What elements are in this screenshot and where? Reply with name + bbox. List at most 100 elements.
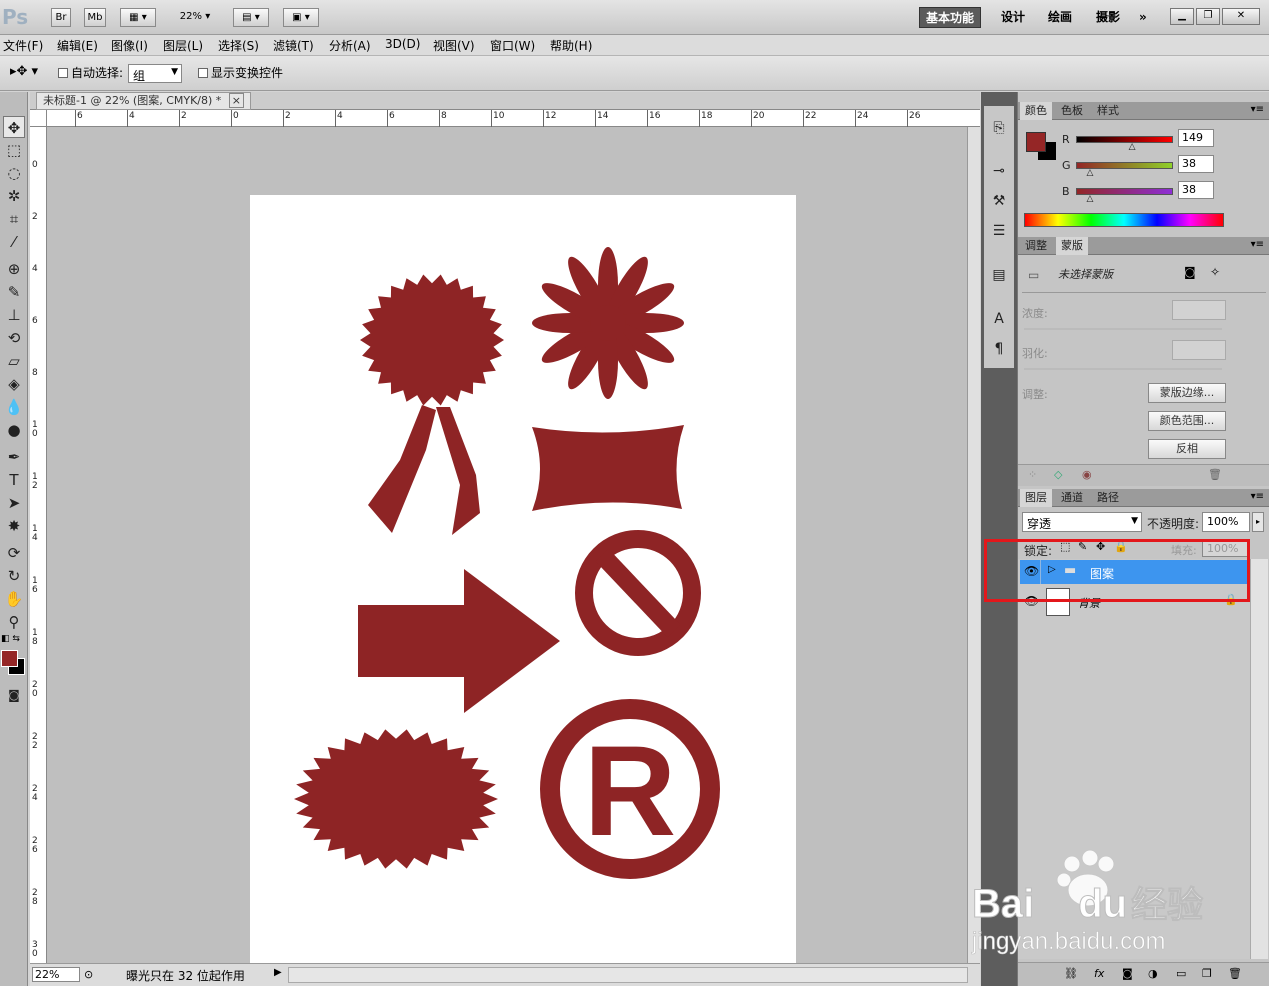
menu-analysis[interactable]: 分析(A) bbox=[329, 37, 371, 54]
ruler-origin[interactable] bbox=[30, 110, 47, 127]
feather-field[interactable] bbox=[1172, 340, 1226, 360]
menu-help[interactable]: 帮助(H) bbox=[550, 37, 592, 54]
menu-file[interactable]: 文件(F) bbox=[3, 37, 43, 54]
spot-healing-tool-icon[interactable]: ⊕ bbox=[3, 258, 25, 280]
panel-menu-icon[interactable]: ▾≡ bbox=[1251, 104, 1264, 115]
menu-filter[interactable]: 滤镜(T) bbox=[273, 37, 314, 54]
layer-style-icon[interactable]: fx bbox=[1094, 967, 1104, 980]
3d-orbit-tool-icon[interactable]: ↻ bbox=[3, 565, 25, 587]
status-icon[interactable]: ⊙ bbox=[84, 968, 93, 981]
crop-tool-icon[interactable]: ⌗ bbox=[3, 208, 25, 230]
mask-edge-button[interactable]: 蒙版边缘... bbox=[1148, 383, 1226, 403]
tab-masks[interactable]: 蒙版 bbox=[1056, 237, 1088, 255]
density-slider[interactable] bbox=[1024, 328, 1222, 330]
marquee-tool-icon[interactable]: ⬚ bbox=[3, 139, 25, 161]
workspace-design[interactable]: 设计 bbox=[995, 7, 1031, 28]
move-tool-icon[interactable]: ✥ bbox=[3, 116, 25, 138]
lasso-tool-icon[interactable]: ◌ bbox=[3, 162, 25, 184]
workspace-essentials[interactable]: 基本功能 bbox=[919, 7, 982, 28]
brush-tool-icon[interactable]: ✎ bbox=[3, 281, 25, 303]
menu-layer[interactable]: 图层(L) bbox=[163, 37, 203, 54]
red-slider[interactable]: △ bbox=[1076, 136, 1173, 152]
tab-swatches[interactable]: 色板 bbox=[1056, 102, 1088, 120]
arrange-documents-button[interactable]: ▤ ▾ bbox=[233, 8, 269, 27]
workspace-more-button[interactable]: » bbox=[1133, 7, 1153, 28]
red-value-field[interactable]: 149 bbox=[1178, 129, 1214, 147]
tab-channels[interactable]: 通道 bbox=[1056, 489, 1088, 507]
tab-paths[interactable]: 路径 bbox=[1092, 489, 1124, 507]
actions-panel-icon[interactable]: ⊸ bbox=[989, 161, 1009, 181]
screen-mode-button[interactable]: ▣ ▾ bbox=[283, 8, 319, 27]
bridge-button[interactable]: Br bbox=[51, 8, 71, 27]
menu-3d[interactable]: 3D(D) bbox=[385, 37, 420, 51]
mini-bridge-button[interactable]: Mb bbox=[84, 8, 106, 27]
vertical-scrollbar[interactable] bbox=[967, 127, 980, 963]
green-slider[interactable]: △ bbox=[1076, 162, 1173, 178]
tab-color[interactable]: 颜色 bbox=[1020, 102, 1052, 120]
new-group-icon[interactable]: ▭ bbox=[1176, 967, 1186, 980]
history-panel-icon[interactable]: ⎘ bbox=[989, 118, 1009, 138]
blend-mode-dropdown[interactable]: 穿透 ▼ bbox=[1022, 512, 1142, 532]
workspace-photography[interactable]: 摄影 bbox=[1090, 7, 1126, 28]
vertical-ruler[interactable]: 0 2 4 6 8 1 0 1 2 1 4 1 6 1 8 2 0 2 2 2 4 2 6 2 8 3 0 bbox=[30, 127, 47, 963]
quick-mask-icon[interactable]: ◙ bbox=[3, 684, 25, 706]
tab-styles[interactable]: 样式 bbox=[1092, 102, 1124, 120]
status-menu-arrow-icon[interactable]: ▶ bbox=[274, 967, 282, 978]
add-mask-icon[interactable]: ◙ bbox=[1122, 967, 1133, 980]
auto-select-type-dropdown[interactable]: 组 ▼ bbox=[128, 64, 182, 83]
paint-bucket-tool-icon[interactable]: ◈ bbox=[3, 373, 25, 395]
dodge-tool-icon[interactable]: ● bbox=[3, 419, 25, 441]
clone-stamp-tool-icon[interactable]: ⊥ bbox=[3, 304, 25, 326]
tab-layers[interactable]: 图层 bbox=[1020, 489, 1052, 507]
color-range-button[interactable]: 颜色范围... bbox=[1148, 411, 1226, 431]
blue-slider[interactable]: △ bbox=[1076, 188, 1173, 204]
blur-tool-icon[interactable]: 💧 bbox=[3, 396, 25, 418]
close-icon[interactable]: ✕ bbox=[1222, 8, 1260, 25]
path-selection-tool-icon[interactable]: ➤ bbox=[3, 492, 25, 514]
pen-tool-icon[interactable]: ✒ bbox=[3, 446, 25, 468]
close-tab-icon[interactable]: × bbox=[228, 93, 245, 108]
zoom-level-dropdown[interactable]: 22% ▾ bbox=[172, 8, 218, 27]
custom-shape-tool-icon[interactable]: ✸ bbox=[3, 515, 25, 537]
view-extras-button[interactable]: ▦ ▾ bbox=[120, 8, 156, 27]
feather-slider[interactable] bbox=[1024, 368, 1222, 370]
default-colors-icon[interactable]: ◧ ⇆ bbox=[1, 634, 20, 644]
move-tool-preset-icon[interactable]: ▸✥ ▾ bbox=[10, 64, 38, 79]
link-layers-icon[interactable]: ⛓ bbox=[1064, 967, 1078, 980]
foreground-color-swatch[interactable] bbox=[1, 650, 18, 667]
hand-tool-icon[interactable]: ✋ bbox=[3, 588, 25, 610]
menu-edit[interactable]: 编辑(E) bbox=[57, 37, 98, 54]
auto-select-checkbox[interactable]: 自动选择: bbox=[58, 64, 123, 81]
quick-selection-tool-icon[interactable]: ✲ bbox=[3, 185, 25, 207]
color-panel-foreground-swatch[interactable] bbox=[1026, 132, 1046, 152]
workspace-painting[interactable]: 绘画 bbox=[1042, 7, 1078, 28]
3d-rotate-tool-icon[interactable]: ⟳ bbox=[3, 542, 25, 564]
panel-menu-icon[interactable]: ▾≡ bbox=[1251, 491, 1264, 502]
opacity-arrow-icon[interactable]: ▸ bbox=[1252, 512, 1264, 532]
menu-image[interactable]: 图像(I) bbox=[111, 37, 148, 54]
new-layer-icon[interactable]: ❐ bbox=[1202, 967, 1212, 980]
density-field[interactable] bbox=[1172, 300, 1226, 320]
navigator-panel-icon[interactable]: ▤ bbox=[989, 265, 1009, 285]
delete-layer-icon[interactable]: 🗑 bbox=[1228, 967, 1242, 980]
tab-adjustments[interactable]: 调整 bbox=[1020, 237, 1052, 255]
invert-button[interactable]: 反相 bbox=[1148, 439, 1226, 459]
load-selection-icon[interactable]: ⁘ bbox=[1028, 468, 1037, 481]
zoom-tool-icon[interactable]: ⚲ bbox=[3, 611, 25, 633]
adjustment-layer-icon[interactable]: ◑ bbox=[1148, 967, 1158, 980]
menu-window[interactable]: 窗口(W) bbox=[490, 37, 535, 54]
restore-icon[interactable]: ❐ bbox=[1196, 8, 1220, 25]
zoom-field[interactable]: 22% bbox=[32, 967, 80, 982]
character-panel-icon[interactable]: A bbox=[989, 309, 1009, 329]
vector-mask-icon[interactable]: ✧ bbox=[1210, 265, 1220, 279]
apply-mask-icon[interactable]: ◇ bbox=[1054, 468, 1062, 481]
minimize-icon[interactable]: ▁ bbox=[1170, 8, 1194, 25]
panel-menu-icon[interactable]: ▾≡ bbox=[1251, 239, 1264, 250]
document-canvas[interactable]: R bbox=[250, 195, 796, 967]
menu-select[interactable]: 选择(S) bbox=[218, 37, 259, 54]
green-value-field[interactable]: 38 bbox=[1178, 155, 1214, 173]
horizontal-ruler[interactable]: 6 4 2 0 2 4 6 8 10 12 14 16 18 20 22 24 26 bbox=[47, 110, 980, 127]
type-tool-icon[interactable]: T bbox=[3, 469, 25, 491]
tool-presets-icon[interactable]: ⚒ bbox=[989, 191, 1009, 211]
paragraph-panel-icon[interactable]: ¶ bbox=[989, 339, 1009, 359]
